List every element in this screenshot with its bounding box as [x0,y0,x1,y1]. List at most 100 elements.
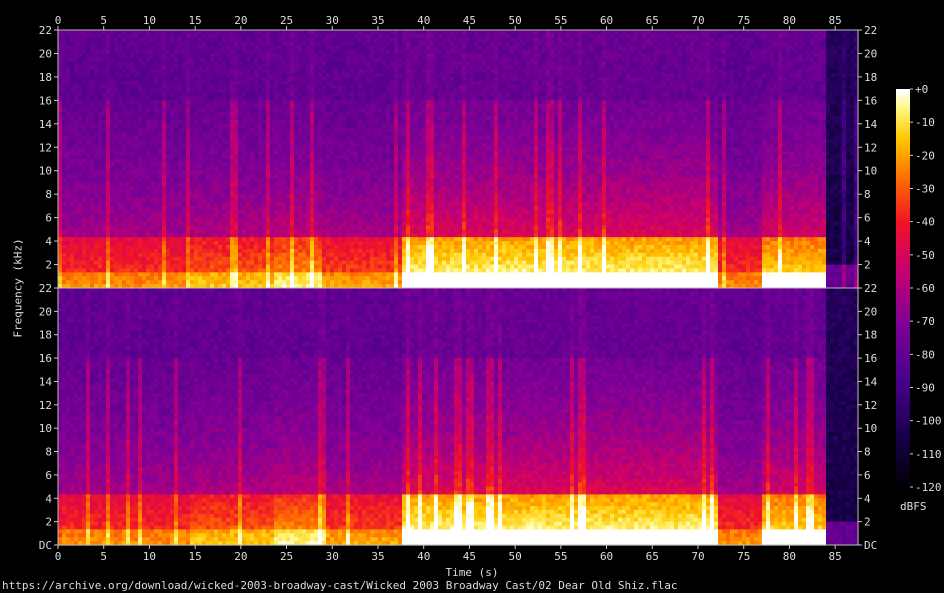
x-tick-label: 55 [554,14,567,27]
colorbar-tick-label: +0 [915,83,928,96]
x-tick-label: 80 [783,550,796,563]
x-tick-label: 65 [646,550,659,563]
x-tick-label: 15 [189,550,202,563]
x-tick-label: 50 [509,14,522,27]
x-tick-label: 70 [691,550,704,563]
y-tick-label: 14 [39,375,53,388]
x-tick-label: 45 [463,550,476,563]
y-tick-label: 20 [39,47,52,60]
y-axis-label: Frequency (kHz) [12,238,25,337]
y-tick-label: 8 [864,188,871,201]
y-tick-label: 2 [864,516,871,529]
colorbar-tick-label: -60 [915,282,935,295]
y-tick-label: 18 [39,329,52,342]
y-tick-label: 12 [864,399,877,412]
x-tick-label: 70 [691,14,704,27]
y-tick-label: 4 [45,492,52,505]
y-tick-label: 2 [864,259,871,272]
y-tick-label: 22 [39,24,52,37]
colorbar-tick-label: -30 [915,183,935,196]
y-tick-label: DC [864,539,877,552]
spectrogram-figure: 2 24 46 68 810 1012 1214 1416 1618 1820 2022 22DC DC… [39,14,942,563]
y-tick-label: 2 [45,516,52,529]
x-tick-label: 10 [143,14,156,27]
x-tick-label: 30 [326,14,339,27]
x-axis-label: Time (s) [0,566,944,579]
colorbar-tick-label: -100 [915,415,942,428]
x-tick-label: 55 [554,550,567,563]
x-tick-label: 50 [509,550,522,563]
y-tick-label: 10 [864,165,877,178]
y-tick-label: 4 [864,492,871,505]
y-tick-label: 14 [39,118,53,131]
y-tick-label: 22 [39,282,52,295]
source-url: https://archive.org/download/wicked-2003… [2,579,678,592]
y-tick-label: 10 [39,165,52,178]
y-tick-label: 14 [864,118,878,131]
colorbar-tick-label: -50 [915,249,935,262]
x-tick-label: 85 [829,14,842,27]
y-tick-label: 16 [39,94,52,107]
x-tick-label: 40 [417,14,430,27]
y-tick-label: 2 [45,259,52,272]
y-tick-label: 8 [864,446,871,459]
y-tick-label: 18 [864,329,877,342]
colorbar-tick-label: -120 [915,481,942,494]
y-tick-label: 12 [39,399,52,412]
x-tick-label: 40 [417,550,430,563]
x-tick-label: 35 [371,14,384,27]
y-tick-label: 16 [39,352,52,365]
x-tick-label: 20 [234,14,247,27]
x-tick-label: 15 [189,14,202,27]
x-tick-label: 25 [280,14,293,27]
y-tick-label: 20 [864,47,877,60]
x-tick-label: 0 [55,14,62,27]
y-tick-label: 6 [45,212,52,225]
x-tick-label: 45 [463,14,476,27]
colorbar-tick-label: -10 [915,116,935,129]
y-tick-label: 16 [864,94,877,107]
y-tick-label: 6 [864,212,871,225]
y-tick-label: 18 [39,71,52,84]
x-tick-label: 30 [326,550,339,563]
y-tick-label: 18 [864,71,877,84]
x-tick-label: 75 [737,550,750,563]
x-tick-label: 0 [55,550,62,563]
x-tick-label: 5 [100,550,107,563]
y-tick-label: 10 [39,422,52,435]
y-tick-label: 10 [864,422,877,435]
y-tick-label: 14 [864,375,878,388]
x-tick-label: 80 [783,14,796,27]
y-tick-label: 4 [864,235,871,248]
colorbar [896,89,910,488]
colorbar-unit-label: dBFS [900,500,927,513]
x-tick-label: 35 [371,550,384,563]
colorbar-tick-label: -110 [915,448,942,461]
x-tick-label: 75 [737,14,750,27]
y-tick-label: 6 [864,469,871,482]
x-tick-label: 60 [600,14,613,27]
x-tick-label: 65 [646,14,659,27]
y-tick-label: 22 [864,24,877,37]
y-tick-label: 12 [39,141,52,154]
colorbar-tick-label: -20 [915,149,935,162]
spectrogram-panel-top [58,30,859,289]
y-tick-label: 12 [864,141,877,154]
y-tick-label: DC [39,539,52,552]
x-tick-label: 10 [143,550,156,563]
y-tick-label: 6 [45,469,52,482]
spectrogram-panel-bottom [58,288,859,546]
x-tick-label: 25 [280,550,293,563]
colorbar-tick-label: -80 [915,348,935,361]
y-tick-label: 4 [45,235,52,248]
y-tick-label: 20 [864,305,877,318]
y-tick-label: 22 [864,282,877,295]
colorbar-tick-label: -90 [915,382,935,395]
x-tick-label: 85 [829,550,842,563]
colorbar-tick-label: -70 [915,315,935,328]
y-tick-label: 8 [45,188,52,201]
x-tick-label: 5 [100,14,107,27]
colorbar-tick-label: -40 [915,216,935,229]
y-tick-label: 20 [39,305,52,318]
x-tick-label: 60 [600,550,613,563]
